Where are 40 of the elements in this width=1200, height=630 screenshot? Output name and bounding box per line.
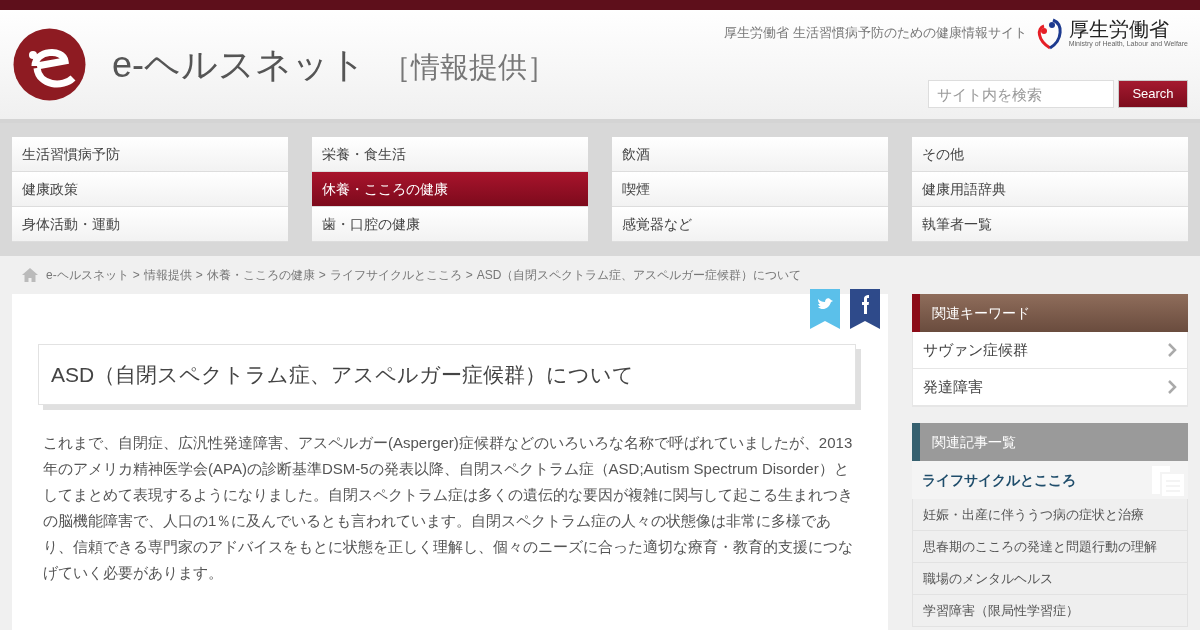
nav-link[interactable]: 休養・こころの健康 (312, 172, 588, 207)
breadcrumb-separator: > (318, 267, 326, 284)
chevron-right-icon (1168, 380, 1177, 394)
nav-link[interactable]: 身体活動・運動 (12, 207, 288, 242)
nav-link[interactable]: 執筆者一覧 (912, 207, 1188, 242)
breadcrumb-link[interactable]: e-ヘルスネット (46, 266, 129, 284)
site-tagline: 厚生労働省 生活習慣病予防のための健康情報サイト (724, 24, 1027, 43)
nav-link[interactable]: 歯・口腔の健康 (312, 207, 588, 242)
current-page-title: ASD（自閉スペクトラム症、アスペルガー症候群）について (476, 267, 802, 284)
related-article-link[interactable]: 職場のメンタルヘルス (912, 563, 1188, 595)
breadcrumb-link[interactable]: 情報提供 (143, 266, 192, 284)
nav-link[interactable]: 健康用語辞典 (912, 172, 1188, 207)
breadcrumb-link[interactable]: 休養・こころの健康 (206, 266, 315, 284)
nav-link[interactable]: 栄養・食生活 (312, 137, 588, 172)
facebook-ribbon-icon[interactable] (850, 289, 880, 329)
section-label: ［情報提供］ (382, 49, 556, 85)
breadcrumb-link[interactable]: ライフサイクルとこころ (329, 266, 462, 284)
breadcrumb-separator: > (132, 267, 140, 284)
nav-link[interactable]: 喫煙 (612, 172, 888, 207)
related-article-link[interactable]: 学習障害（限局性学習症） (912, 595, 1188, 627)
logo-icon[interactable] (13, 28, 86, 101)
nav-link[interactable]: その他 (912, 137, 1188, 172)
nav-link[interactable]: 飲酒 (612, 137, 888, 172)
article-title: ASD（自閉スペクトラム症、アスペルガー症候群）について (51, 361, 635, 388)
article-body: これまで、自閉症、広汎性発達障害、アスペルガー(Asperger)症候群などのいろいろな名称で呼ばれていましたが、2013年のアメリカ精神医学会(APA)の診断基準DSM-5の発表以降、自閉スペクトラム症（ASD;Autism Spectrum Disorder）としてまとめて表現するようになりました。自閉スペクトラム症は多くの遺伝的な要因が複雑に関与して起こる生まれつきの脳機能障害で、人口の1％に及んでいるとも言われています。自閉スペクトラム症の人々の状態像は非常に多様であり、信頼できる専門家のアドバイスをもとに状態を正しく理解し、個々のニーズに合った適切な療育・教育的支援につなげていく必要があります。 (42, 433, 854, 583)
keywords-heading: 関連キーワード (912, 294, 1188, 332)
nav-link[interactable]: 健康政策 (12, 172, 288, 207)
site-name[interactable]: e-ヘルスネット (112, 37, 366, 92)
related-article-link[interactable]: 思春期のこころの発達と問題行動の理解 (912, 531, 1188, 563)
chevron-right-icon (1168, 343, 1177, 357)
breadcrumb-separator: > (465, 267, 473, 284)
keyword-link[interactable]: 発達障害 (913, 369, 1187, 406)
nav-link[interactable]: 生活習慣病予防 (12, 137, 288, 172)
related-articles-heading: 関連記事一覧 (912, 423, 1188, 461)
search-field[interactable]: サイト内を検索 (928, 80, 1114, 108)
nav-link[interactable]: 感覚器など (612, 207, 888, 242)
related-article-link[interactable]: 妊娠・出産に伴ううつ病の症状と治療 (912, 499, 1188, 531)
keyword-link[interactable]: サヴァン症候群 (913, 332, 1187, 369)
breadcrumb-separator: > (195, 267, 203, 284)
search-button[interactable]: Search (1118, 80, 1188, 108)
